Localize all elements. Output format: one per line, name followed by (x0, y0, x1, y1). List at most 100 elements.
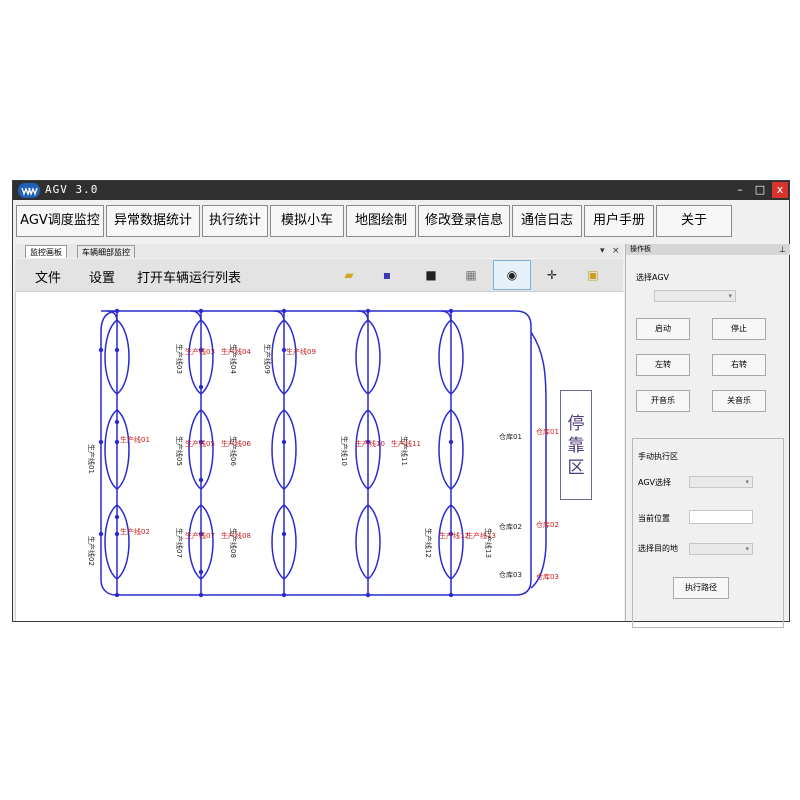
destination-dropdown[interactable]: ▾ (689, 543, 753, 555)
route-bypass-right (367, 319, 381, 395)
grid-icon[interactable]: ▦ (461, 265, 481, 285)
chevron-down-icon: ▾ (745, 478, 749, 486)
select-agv-label: 选择AGV (636, 273, 670, 282)
route-parking-connector (530, 331, 547, 589)
chevron-down-icon: ▾ (728, 292, 732, 300)
menu-edit-login[interactable]: 修改登录信息 (418, 205, 510, 237)
minimize-button[interactable]: – (732, 182, 748, 198)
stop-icon[interactable]: ■ (421, 265, 441, 285)
menu-simulate-car[interactable]: 模拟小车 (270, 205, 344, 237)
warehouse-label-right: 仓库03 (536, 572, 559, 581)
production-line-label: 生产线03 (185, 347, 215, 356)
waypoint-dot (114, 592, 120, 598)
route-bypass-left (271, 409, 285, 490)
waypoint-dot (448, 592, 454, 598)
tab-close-icon[interactable]: × (612, 245, 620, 257)
stop-button[interactable]: 停止 (712, 318, 766, 340)
agv-select-dropdown[interactable]: ▾ (654, 290, 736, 302)
vertical-line-label: 生产线12 (424, 528, 433, 558)
operation-panel-title: 操作板 (630, 245, 651, 253)
manual-execution-group: 手动执行区 AGV选择 ▾ 当前位置 选择目的地 ▾ 执行路径 (632, 438, 784, 628)
waypoint-dot (198, 477, 204, 483)
vertical-line-label: 生产线06 (229, 436, 238, 466)
vertical-line-label: 生产线05 (175, 436, 184, 466)
toolbar: 文件 设置 打开车辆运行列表 ▰ ▪ ■ ▦ ◉ ✛ ▣ (15, 259, 623, 292)
menu-user-manual[interactable]: 用户手册 (584, 205, 654, 237)
vertical-line-label: 生产线11 (400, 436, 409, 466)
lock-icon[interactable]: ▣ (583, 265, 603, 285)
pin-icon[interactable]: ⊥ (779, 244, 786, 255)
start-button[interactable]: 启动 (636, 318, 690, 340)
menu-about[interactable]: 关于 (656, 205, 732, 237)
production-line-label: 生产线12 (439, 531, 469, 540)
execute-path-button[interactable]: 执行路径 (673, 577, 729, 599)
agv-choice-dropdown[interactable]: ▾ (689, 476, 753, 488)
vertical-line-label: 生产线13 (484, 528, 493, 558)
route-outer-loop (100, 310, 532, 596)
destination-label: 选择目的地 (638, 544, 678, 553)
route-bypass-left (438, 319, 452, 395)
tab-vehicle-detail[interactable]: 车辆细部监控 (77, 245, 135, 258)
waypoint-dot (98, 347, 104, 353)
turn-left-button[interactable]: 左转 (636, 354, 690, 376)
vertical-line-label: 生产线10 (340, 436, 349, 466)
folder-open-icon[interactable]: ▰ (339, 265, 359, 285)
route-bypass-right (367, 409, 381, 490)
vertical-line-label: 生产线09 (263, 344, 272, 374)
tab-monitor-board[interactable]: 监控画板 (25, 245, 67, 258)
route-bypass-left (104, 319, 118, 395)
eye-icon[interactable]: ◉ (493, 260, 531, 290)
production-line-label: 生产线09 (286, 347, 316, 356)
waypoint-dot (365, 592, 371, 598)
menu-exception-stats[interactable]: 异常数据统计 (106, 205, 200, 237)
operation-panel-header: 操作板 ⊥ (626, 244, 790, 255)
move-icon[interactable]: ✛ (542, 265, 562, 285)
waypoint-dot (114, 419, 120, 425)
route-bypass-right (200, 319, 214, 395)
file-menu[interactable]: 文件 (35, 267, 61, 286)
route-bypass-right (450, 319, 464, 395)
route-bypass-right (200, 504, 214, 580)
route-bypass-left (438, 504, 452, 580)
route-bypass-left (355, 319, 369, 395)
route-bypass-left (355, 504, 369, 580)
close-button[interactable]: x (772, 182, 788, 198)
maximize-button[interactable]: □ (752, 182, 768, 198)
route-bypass-left (355, 409, 369, 490)
waypoint-dot (281, 531, 287, 537)
warehouse-label-left: 仓库02 (499, 522, 522, 531)
save-icon[interactable]: ▪ (377, 265, 397, 285)
waypoint-dot (281, 439, 287, 445)
parking-area-label: 停靠区 (567, 414, 585, 478)
route-bypass-right (450, 409, 464, 490)
menu-agv-monitor[interactable]: AGV调度监控 (16, 205, 104, 237)
music-off-button[interactable]: 关音乐 (712, 390, 766, 412)
turn-right-button[interactable]: 右转 (712, 354, 766, 376)
waypoint-dot (114, 514, 120, 520)
route-bypass-left (438, 409, 452, 490)
route-bypass-left (188, 504, 202, 580)
tab-strip: 监控画板 车辆细部监控 ▾ × (15, 244, 623, 258)
tab-dropdown-icon[interactable]: ▾ (600, 245, 605, 257)
menu-map-draw[interactable]: 地图绘制 (346, 205, 416, 237)
parking-area: 停靠区 (560, 390, 592, 500)
waypoint-dot (114, 308, 120, 314)
map-canvas[interactable]: 生产线01 生产线02 生产线03 生产线04 生产线05 生产线06 生产线07 生产线08… (15, 292, 624, 621)
warehouse-label-right: 仓库01 (536, 427, 559, 436)
waypoint-dot (281, 592, 287, 598)
waypoint-dot (114, 531, 120, 537)
title-bar[interactable]: AGV 3.0 – □ x (13, 181, 789, 200)
menu-comm-log[interactable]: 通信日志 (512, 205, 582, 237)
route-bypass-right (283, 409, 297, 490)
route-bypass-left (188, 409, 202, 490)
waypoint-dot (98, 531, 104, 537)
production-line-label: 生产线10 (355, 439, 385, 448)
vertical-line-label: 生产线07 (175, 528, 184, 558)
current-position-field[interactable] (689, 510, 753, 524)
app-title: AGV 3.0 (45, 183, 99, 196)
open-vehicle-list-menu[interactable]: 打开车辆运行列表 (137, 267, 241, 286)
settings-menu[interactable]: 设置 (89, 267, 115, 286)
menu-execution-stats[interactable]: 执行统计 (202, 205, 268, 237)
music-on-button[interactable]: 开音乐 (636, 390, 690, 412)
waypoint-dot (281, 308, 287, 314)
